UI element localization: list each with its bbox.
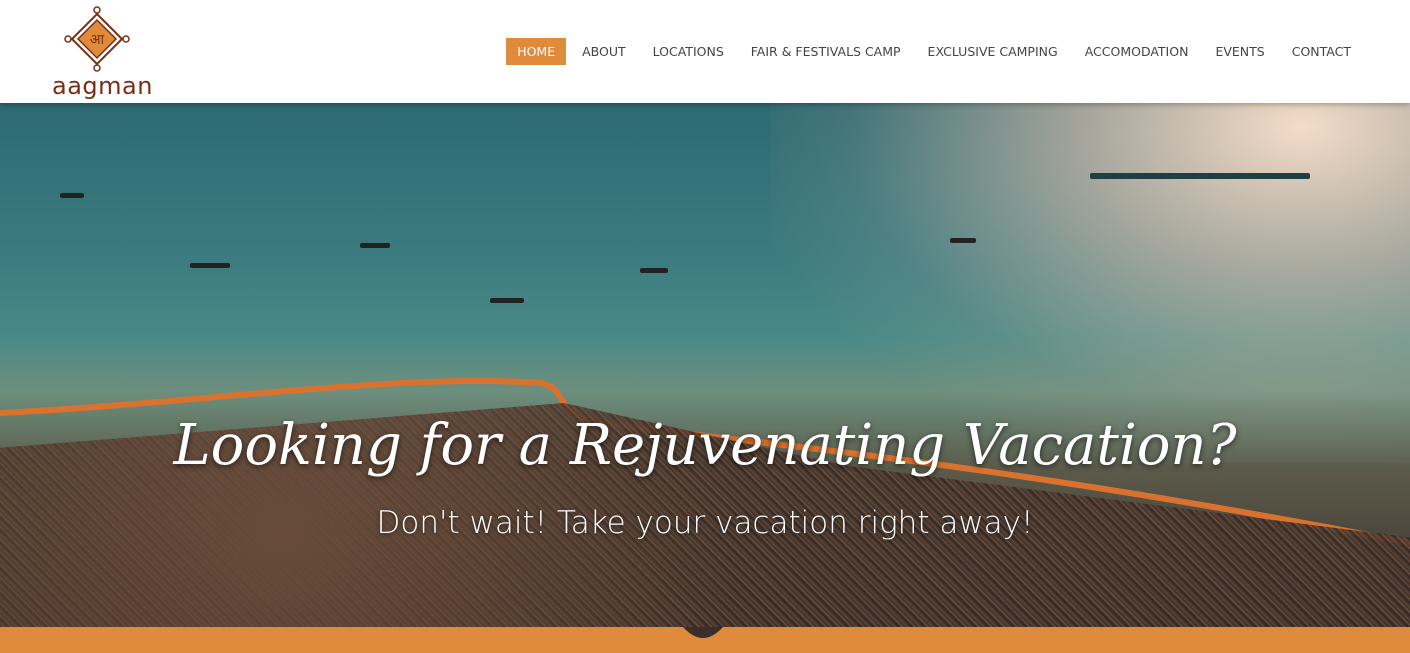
- site-header: आ aagman HOME ABOUT LOCATIONS FAIR & FES…: [0, 0, 1410, 103]
- logo-diamond-icon: आ: [64, 6, 130, 72]
- hero-subtitle: Don't wait! Take your vacation right awa…: [376, 505, 1034, 541]
- nav-item-fair-festivals-camp[interactable]: FAIR & FESTIVALS CAMP: [740, 38, 912, 65]
- main-nav: HOME ABOUT LOCATIONS FAIR & FESTIVALS CA…: [501, 38, 1362, 65]
- nav-item-accomodation[interactable]: ACCOMODATION: [1074, 38, 1200, 65]
- hero-title: Looking for a Rejuvenating Vacation?: [173, 413, 1237, 478]
- nav-item-about[interactable]: ABOUT: [571, 38, 637, 65]
- hero-boat: [360, 243, 390, 248]
- nav-item-contact[interactable]: CONTACT: [1281, 38, 1362, 65]
- logo-glyph: आ: [90, 32, 105, 48]
- hero-boat: [60, 193, 84, 198]
- hero-banner: Looking for a Rejuvenating Vacation? Don…: [0, 103, 1410, 627]
- hero-pier: [1090, 173, 1310, 179]
- scroll-down-indicator[interactable]: [643, 627, 763, 647]
- hero-boat: [640, 268, 668, 273]
- logo-text: aagman: [52, 72, 153, 100]
- hero-boat: [950, 238, 976, 243]
- hero-boat: [190, 263, 230, 268]
- nav-item-exclusive-camping[interactable]: EXCLUSIVE CAMPING: [917, 38, 1069, 65]
- site-logo[interactable]: आ aagman: [52, 6, 153, 100]
- nav-item-events[interactable]: EVENTS: [1204, 38, 1275, 65]
- nav-item-home[interactable]: HOME: [506, 38, 567, 65]
- nav-item-locations[interactable]: LOCATIONS: [642, 38, 735, 65]
- hero-boat: [490, 298, 524, 303]
